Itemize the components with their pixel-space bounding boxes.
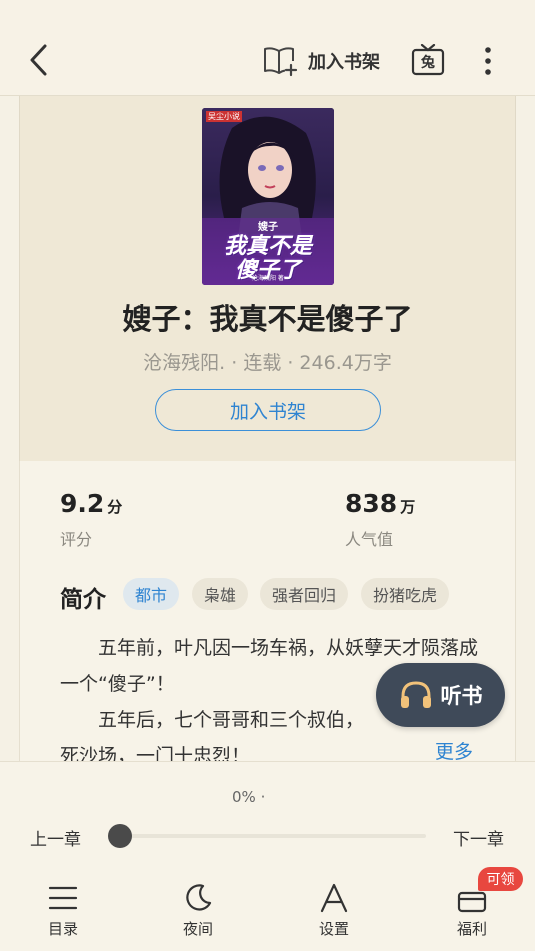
tag-hero[interactable]: 枭雄 (192, 578, 248, 610)
more-menu-button[interactable] (478, 44, 498, 78)
more-vertical-icon (485, 47, 491, 75)
book-plus-icon (264, 47, 298, 77)
prev-chapter-button[interactable]: 上一章 (30, 825, 81, 850)
nav-catalog[interactable]: 目录 (28, 880, 98, 939)
popularity-unit: 万 (400, 498, 416, 516)
rating-stat: 9.2 分 评分 (60, 489, 122, 550)
rating-unit: 分 (107, 498, 123, 516)
tag-urban[interactable]: 都市 (123, 578, 179, 610)
nav-settings-label: 设置 (318, 920, 349, 938)
tv-icon-text: 兔 (421, 55, 435, 71)
chevron-left-icon (30, 44, 47, 76)
nav-catalog-label: 目录 (47, 920, 78, 938)
add-to-shelf-button[interactable]: 加入书架 (262, 44, 380, 78)
rating-value: 9.2 (60, 489, 105, 518)
intro-more-link[interactable]: 更多 (435, 737, 473, 764)
book-cover[interactable]: 吴尘小说 嫂子 我真不是 傻子了 沧海残阳 著 (202, 108, 334, 285)
list-icon (48, 886, 78, 910)
next-chapter-button[interactable]: 下一章 (453, 825, 504, 850)
cover-publisher: 吴尘小说 (206, 111, 242, 122)
book-meta: 沧海残阳. · 连载 · 246.4万字 (143, 352, 392, 374)
tag-hidden-power[interactable]: 扮猪吃虎 (361, 578, 449, 610)
progress-slider-thumb[interactable] (108, 824, 132, 848)
add-to-shelf-label: 加入书架 (308, 52, 380, 73)
nav-night-label: 夜间 (182, 920, 213, 938)
reader-panel: 0% · 上一章 下一章 目录 夜间 设置 福利 (0, 761, 535, 951)
progress-slider-track[interactable] (120, 834, 426, 838)
tag-return[interactable]: 强者回归 (260, 578, 348, 610)
listen-button[interactable]: 听书 (376, 663, 505, 727)
book-title: 嫂子：我真不是傻子了 (122, 302, 413, 336)
listen-label: 听书 (440, 684, 483, 708)
popularity-stat: 838 万 人气值 (345, 489, 415, 550)
back-button[interactable] (22, 40, 56, 80)
tv-button[interactable]: 兔 (411, 43, 445, 76)
add-to-shelf-main-button[interactable]: 加入书架 (155, 389, 381, 431)
nav-welfare-label: 福利 (456, 920, 487, 938)
top-bar: 加入书架 兔 (0, 0, 535, 96)
font-a-icon (320, 883, 348, 913)
book-hero: 吴尘小说 嫂子 我真不是 傻子了 沧海残阳 著 嫂子：我真不是傻子了 沧海残阳.… (19, 96, 516, 461)
popularity-value: 838 (345, 489, 398, 518)
progress-percent: 0% · (232, 788, 266, 806)
cover-author-tag: 沧海残阳 著 (252, 275, 284, 282)
moon-icon (186, 884, 212, 911)
nav-night[interactable]: 夜间 (163, 880, 233, 939)
intro-heading: 简介 (60, 587, 106, 613)
headphones-icon (400, 681, 431, 708)
rating-label: 评分 (60, 530, 93, 549)
welfare-badge: 可领 (478, 867, 523, 891)
nav-settings[interactable]: 设置 (299, 880, 369, 939)
popularity-label: 人气值 (345, 530, 394, 549)
